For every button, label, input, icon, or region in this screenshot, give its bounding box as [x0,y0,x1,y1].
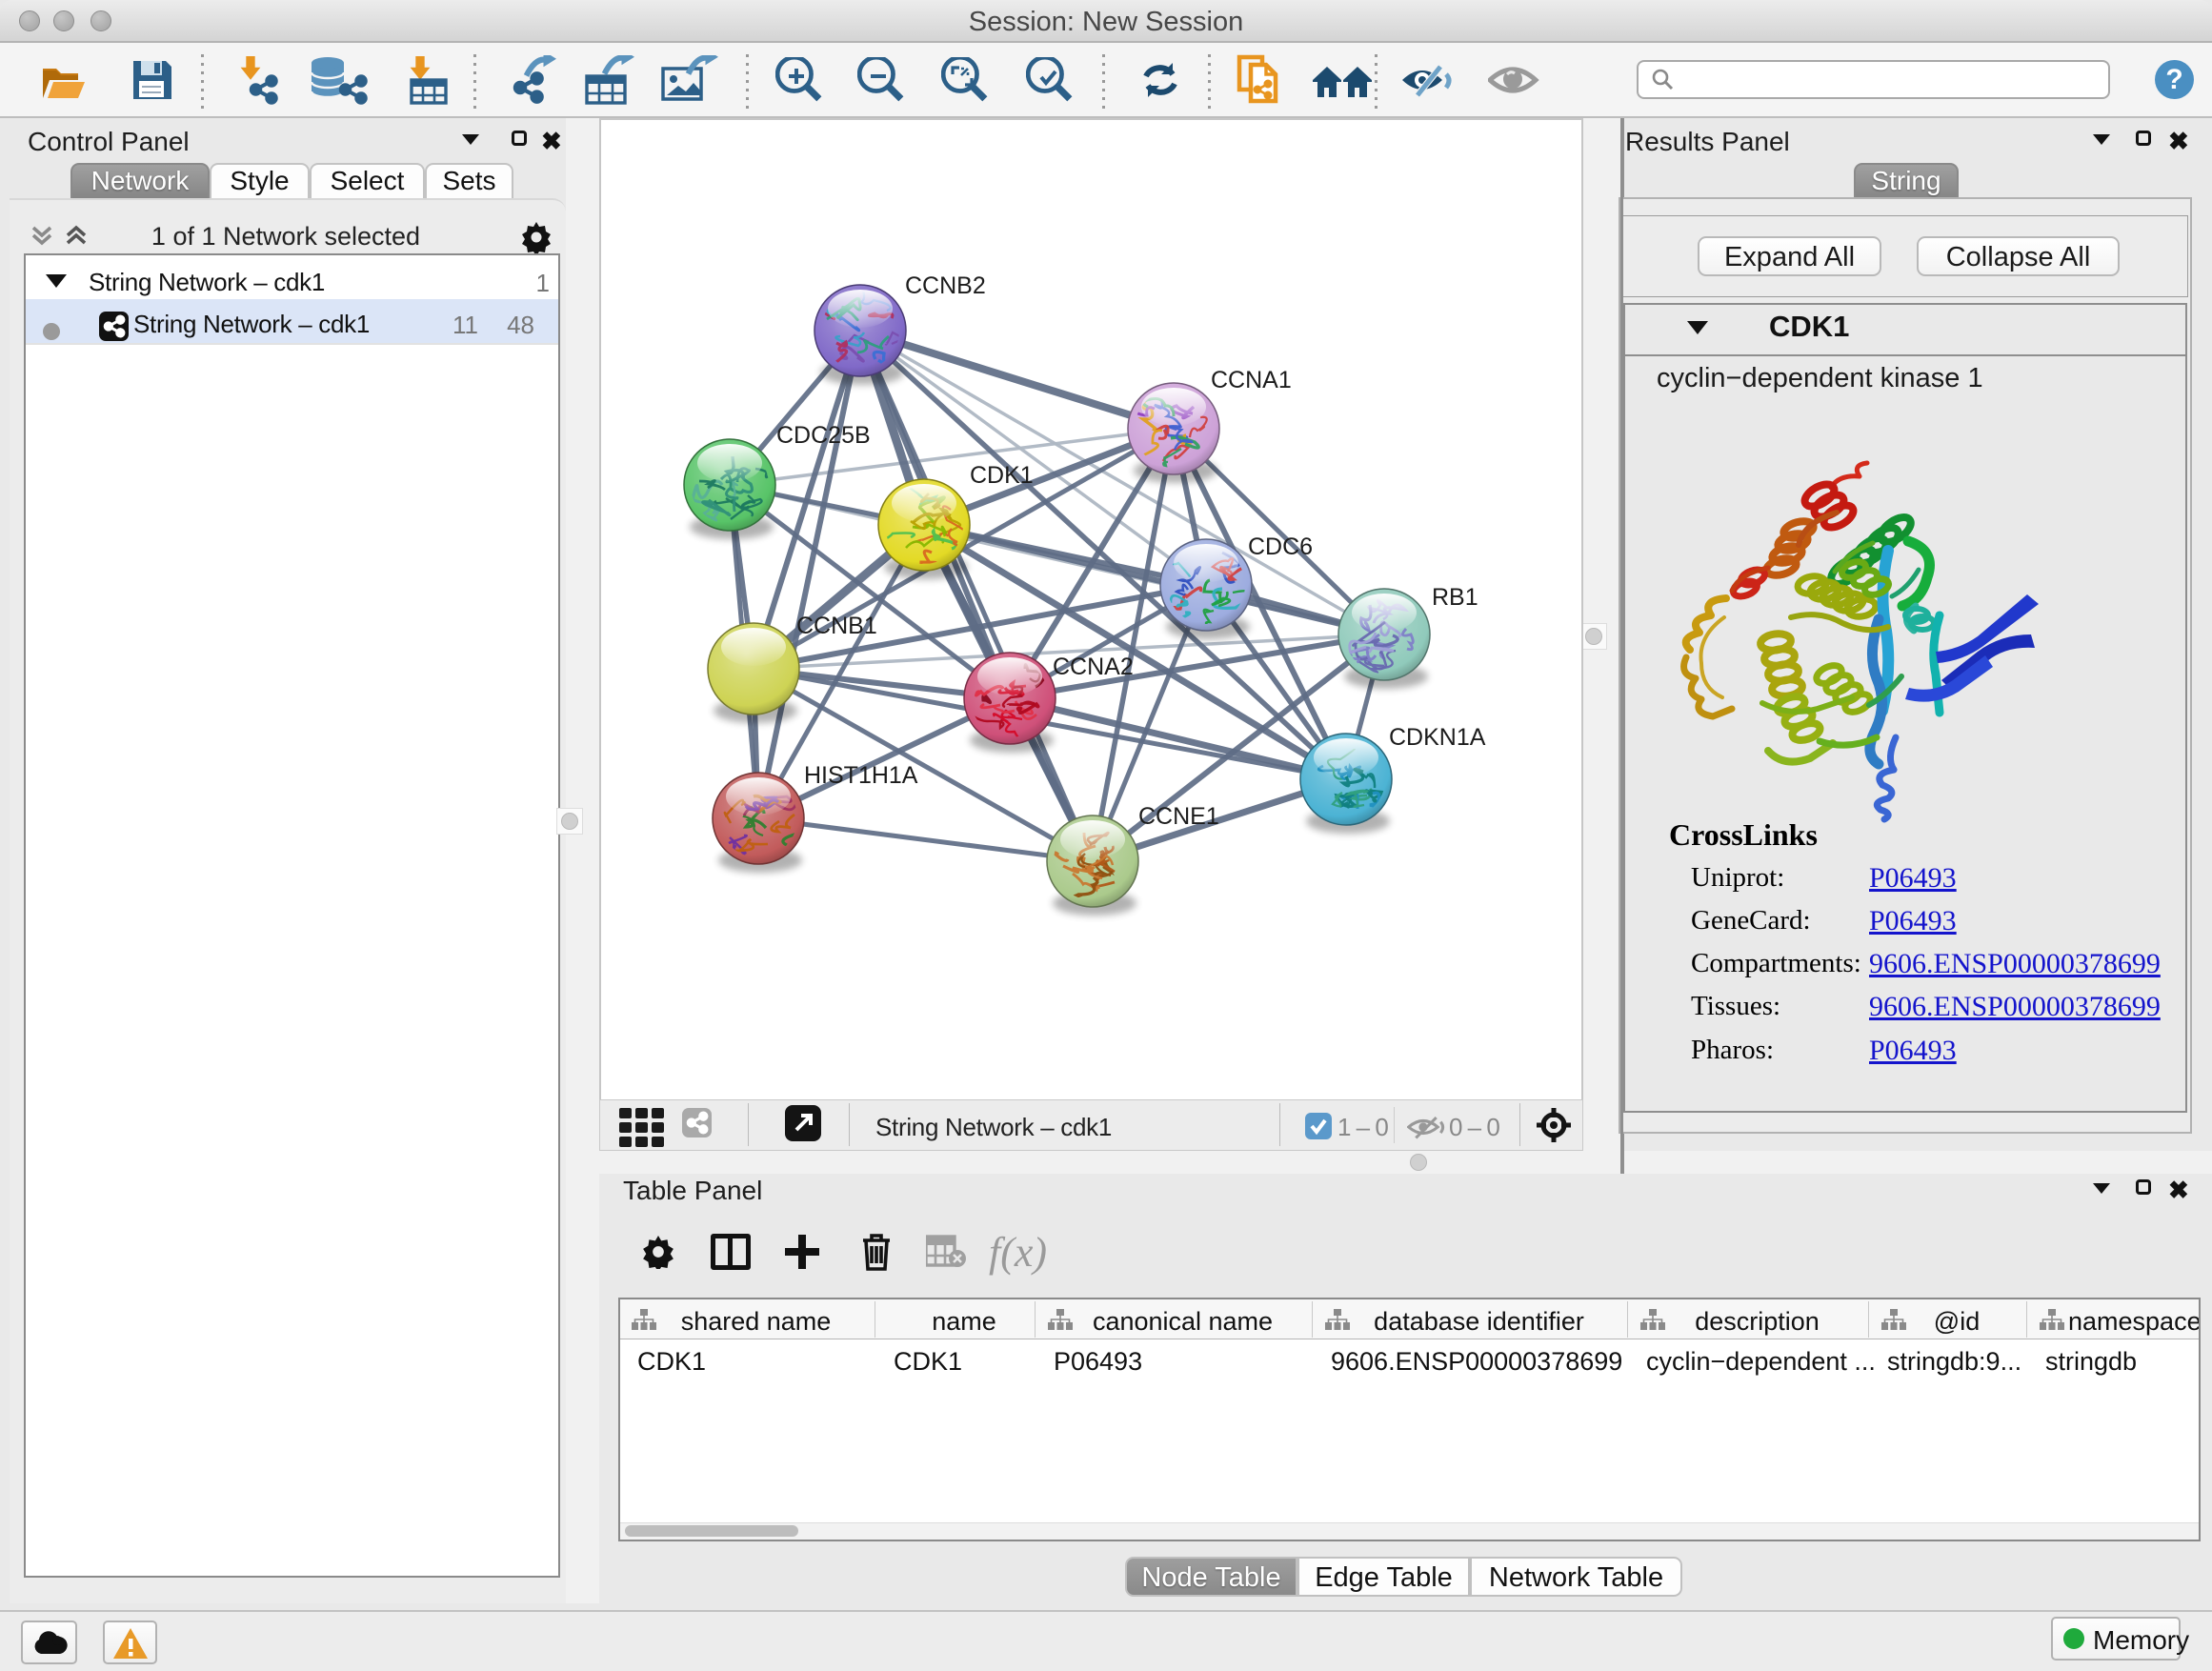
svg-text:CDC6: CDC6 [1248,534,1313,560]
svg-text:HIST1H1A: HIST1H1A [804,762,918,789]
svg-text:CDK1: CDK1 [970,462,1034,489]
svg-text:CDKN1A: CDKN1A [1389,724,1486,751]
svg-text:CCNA2: CCNA2 [1053,654,1134,680]
svg-text:CCNB1: CCNB1 [796,613,877,639]
svg-text:CCNB2: CCNB2 [905,272,986,299]
svg-text:CDC25B: CDC25B [776,422,871,449]
svg-text:RB1: RB1 [1432,584,1478,611]
svg-text:CCNE1: CCNE1 [1138,803,1219,830]
svg-text:CCNA1: CCNA1 [1211,367,1292,393]
